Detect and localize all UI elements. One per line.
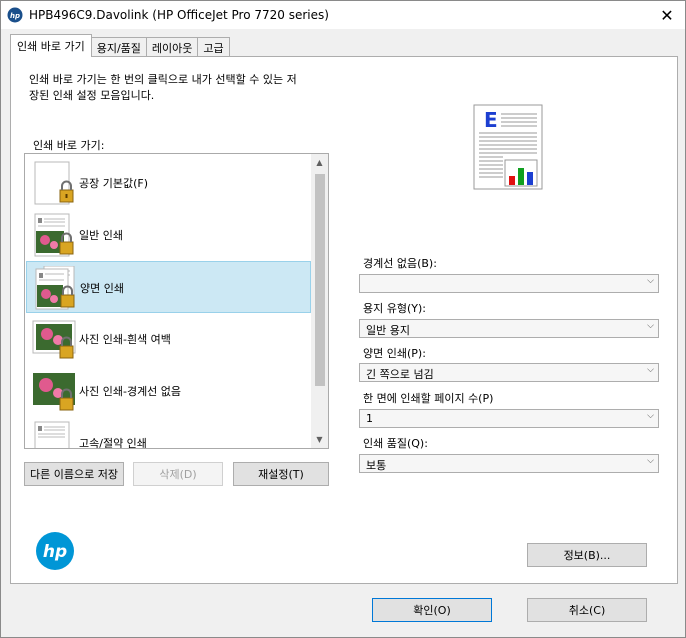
print-quality-label: 인쇄 품질(Q):	[363, 437, 428, 450]
shortcut-item-label: 일반 인쇄	[79, 229, 123, 242]
chevron-down-icon: ⌵	[647, 365, 654, 375]
printer-app-icon: hp	[7, 7, 23, 23]
chevron-down-icon: ⌵	[647, 456, 654, 466]
description-line: 인쇄 바로 가기는 한 번의 클릭으로 내가 선택할 수 있는 저	[29, 73, 297, 86]
paper-type-value: 일반 용지	[366, 324, 410, 337]
shortcut-item-fast-economy[interactable]: 고속/절약 인쇄	[26, 417, 311, 449]
photo-doc-lock-icon	[34, 213, 74, 257]
window-title: HPB496C9.Davolink (HP OfficeJet Pro 7720…	[29, 8, 329, 22]
description-line: 장된 인쇄 설정 모음입니다.	[29, 89, 155, 102]
shortcut-item-label: 양면 인쇄	[80, 282, 124, 295]
doc-lock-icon	[34, 421, 70, 448]
shortcut-item-label: 사진 인쇄-경계선 없음	[79, 385, 182, 398]
print-quality-value: 보통	[366, 459, 387, 472]
about-button[interactable]: 정보(B)...	[527, 543, 647, 567]
tab-layout[interactable]: 레이아웃	[145, 37, 199, 57]
save-as-button[interactable]: 다른 이름으로 저장	[24, 462, 124, 486]
shortcut-item-label: 사진 인쇄-흰색 여백	[79, 333, 171, 346]
paper-type-label: 용지 유형(Y):	[363, 302, 426, 315]
shortcut-item-general[interactable]: 일반 인쇄	[26, 209, 311, 261]
tab-advanced[interactable]: 고급	[197, 37, 230, 57]
ok-button[interactable]: 확인(O)	[372, 598, 492, 622]
shortcut-item-photo-borderless[interactable]: 사진 인쇄-경계선 없음	[26, 365, 311, 417]
scroll-up-icon[interactable]: ▲	[311, 154, 328, 171]
cancel-button[interactable]: 취소(C)	[527, 598, 647, 622]
preview-letter: E	[484, 108, 498, 132]
tab-paper-quality[interactable]: 용지/품질	[90, 37, 147, 57]
duplex-select[interactable]: 긴 쪽으로 넘김 ⌵	[359, 363, 659, 382]
shortcut-item-label: 공장 기본값(F)	[79, 177, 149, 190]
shortcuts-list-label: 인쇄 바로 가기:	[33, 139, 105, 152]
pages-per-sheet-label: 한 면에 인쇄할 페이지 수(P)	[363, 392, 494, 405]
chevron-down-icon: ⌵	[647, 411, 654, 421]
delete-button[interactable]: 삭제(D)	[133, 462, 223, 486]
duplex-label: 양면 인쇄(P):	[363, 347, 426, 360]
borderless-select[interactable]: ⌵	[359, 274, 659, 293]
shortcut-item-factory-defaults[interactable]: 공장 기본값(F)	[26, 157, 311, 209]
tab-shortcuts[interactable]: 인쇄 바로 가기	[10, 34, 92, 57]
listbox-scrollbar[interactable]: ▲ ▼	[311, 154, 328, 448]
pages-per-sheet-value: 1	[366, 412, 373, 425]
logo-text: hp	[43, 542, 67, 562]
reset-button[interactable]: 재설정(T)	[233, 462, 329, 486]
shortcut-item-duplex[interactable]: 양면 인쇄	[26, 261, 311, 313]
chevron-down-icon: ⌵	[647, 276, 654, 286]
duplex-value: 긴 쪽으로 넘김	[366, 368, 434, 381]
print-quality-select[interactable]: 보통 ⌵	[359, 454, 659, 473]
title-bar: hp HPB496C9.Davolink (HP OfficeJet Pro 7…	[1, 1, 685, 29]
shortcuts-listbox[interactable]: 공장 기본값(F) 일반 인쇄 양면 인쇄 사진 인쇄-흰색 여백 사진 인쇄-…	[24, 153, 329, 449]
svg-text:hp: hp	[10, 12, 20, 20]
borderless-label: 경계선 없음(B):	[363, 257, 437, 270]
blank-page-lock-icon	[34, 161, 74, 205]
page-preview-image: E	[473, 104, 543, 190]
duplex-doc-lock-icon	[35, 266, 75, 310]
shortcuts-description: 인쇄 바로 가기는 한 번의 클릭으로 내가 선택할 수 있는 저 장된 인쇄 …	[29, 72, 334, 104]
pages-per-sheet-select[interactable]: 1 ⌵	[359, 409, 659, 428]
scrollbar-thumb[interactable]	[315, 174, 325, 386]
scroll-down-icon[interactable]: ▼	[311, 431, 328, 448]
tab-panel: 인쇄 바로 가기는 한 번의 클릭으로 내가 선택할 수 있는 저 장된 인쇄 …	[10, 56, 678, 584]
close-button[interactable]: ✕	[649, 1, 685, 29]
tab-strip: 인쇄 바로 가기 용지/품질 레이아웃 고급	[10, 34, 230, 57]
paper-type-select[interactable]: 일반 용지 ⌵	[359, 319, 659, 338]
shortcut-item-photo-border[interactable]: 사진 인쇄-흰색 여백	[26, 313, 311, 365]
print-preferences-window: hp HPB496C9.Davolink (HP OfficeJet Pro 7…	[0, 0, 686, 638]
photo-borderless-lock-icon	[33, 373, 75, 411]
hp-logo-icon: hp	[36, 532, 74, 570]
chevron-down-icon: ⌵	[647, 321, 654, 331]
shortcut-item-label: 고속/절약 인쇄	[79, 437, 147, 449]
photo-border-lock-icon	[32, 320, 76, 359]
